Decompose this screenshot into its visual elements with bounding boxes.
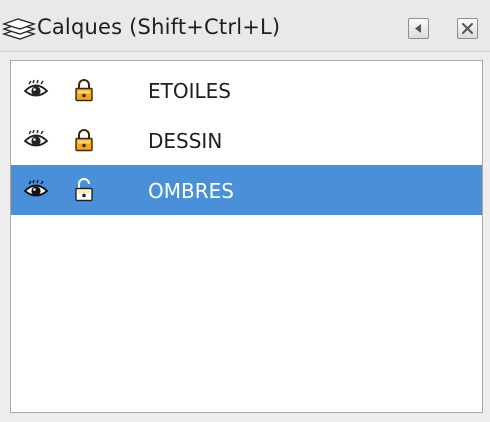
collapse-left-icon [415,24,421,33]
layer-row[interactable]: ETOILES [11,65,482,115]
eye-icon[interactable] [23,179,49,201]
layer-name: ETOILES [148,79,231,103]
lock-closed-icon[interactable] [74,78,94,102]
layer-row-selected[interactable]: OMBRES [11,165,482,215]
eye-icon[interactable] [23,79,49,101]
lock-closed-icon[interactable] [74,128,94,152]
layers-list: ETOILES DESSIN OMBRES [10,60,483,413]
layer-name: OMBRES [148,179,234,203]
layers-panel: Calques (Shift+Ctrl+L) ETOILES DESSIN OM… [0,0,490,422]
lock-open-icon[interactable] [74,178,94,202]
layer-name: DESSIN [148,129,223,153]
close-button[interactable] [457,18,478,39]
eye-icon[interactable] [23,129,49,151]
panel-titlebar: Calques (Shift+Ctrl+L) [0,0,490,52]
close-icon [462,23,473,34]
collapse-button[interactable] [408,18,429,39]
layer-row[interactable]: DESSIN [11,115,482,165]
layers-icon [1,14,37,42]
panel-title: Calques (Shift+Ctrl+L) [37,15,281,39]
